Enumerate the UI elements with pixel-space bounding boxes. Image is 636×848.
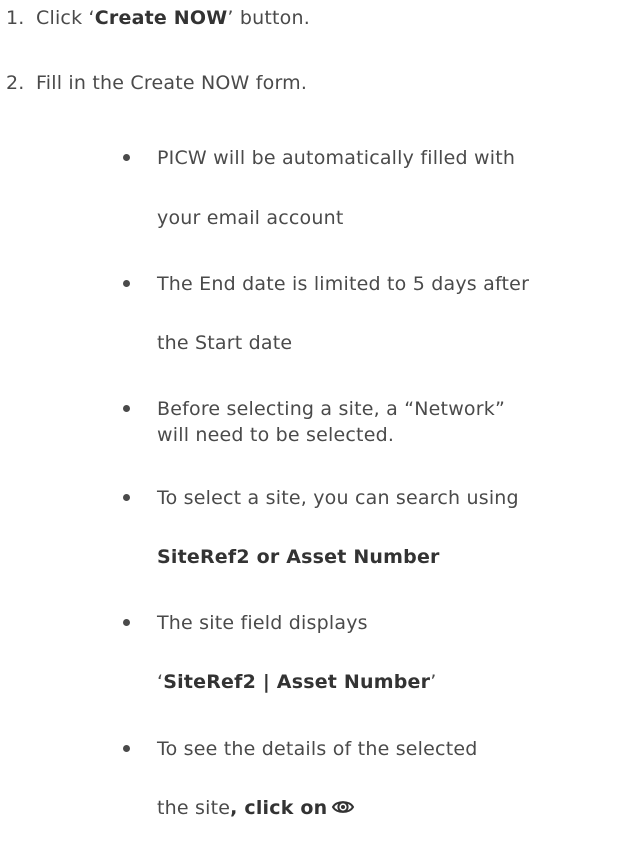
bullet-6-line-1: To see the details of the selected <box>157 738 478 760</box>
bullet-6-line-2: the site, click on <box>157 796 355 824</box>
bullet-dot <box>123 154 130 161</box>
bullet-3-line-2: will need to be selected. <box>157 424 395 446</box>
bullet-1-line-2: your email account <box>157 207 344 229</box>
bullet-5-line-2: ‘SiteRef2 | Asset Number’ <box>157 671 437 693</box>
bullet-2-line-1: The End date is limited to 5 days after <box>157 273 530 295</box>
bullet-dot <box>123 745 130 752</box>
bullet-3-line-1: Before selecting a site, a “Network” <box>157 398 506 420</box>
step-number: 1. <box>6 7 25 29</box>
step-text: Fill in the Create NOW form. <box>36 72 308 94</box>
bullet-dot <box>123 494 130 501</box>
step-number: 2. <box>6 72 25 94</box>
bullet-2-line-2: the Start date <box>157 332 293 354</box>
site-field-format: SiteRef2 | Asset Number <box>163 671 431 693</box>
eye-icon <box>331 796 355 824</box>
bullet-4-line-1: To select a site, you can search using <box>157 487 519 509</box>
bullet-4-line-2: SiteRef2 or Asset Number <box>157 545 440 569</box>
bullet-dot <box>123 619 130 626</box>
create-now-label: Create NOW <box>94 7 228 29</box>
bullet-dot <box>123 405 130 412</box>
step-text: Click ‘Create NOW’ button. <box>36 7 310 29</box>
bullet-1-line-1: PICW will be automatically filled with <box>157 147 516 169</box>
bullet-dot <box>123 280 130 287</box>
document-page: { "steps": [ { "number": "1.", "prefix":… <box>0 0 636 848</box>
bullet-5-line-1: The site field displays <box>157 612 368 634</box>
search-fields-label: SiteRef2 or Asset Number <box>157 546 440 568</box>
